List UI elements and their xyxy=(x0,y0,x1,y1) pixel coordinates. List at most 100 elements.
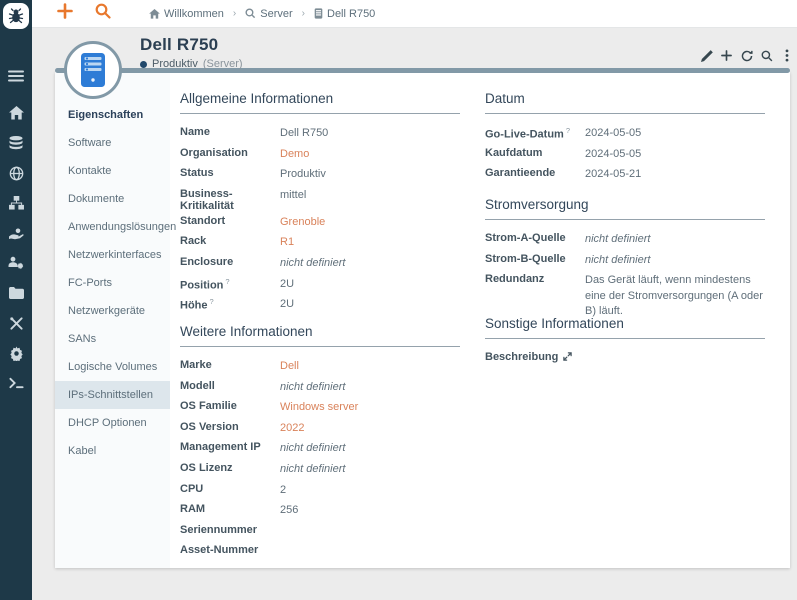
search-icon xyxy=(245,8,256,19)
breadcrumb-label: Dell R750 xyxy=(327,7,376,20)
plus-icon xyxy=(721,50,732,61)
pencil-icon xyxy=(700,49,713,62)
field-garantieende: Garantieende 2024-05-21 xyxy=(485,167,642,181)
breadcrumb-separator: › xyxy=(301,8,305,19)
tab-dokumente[interactable]: Dokumente xyxy=(55,185,170,213)
object-class-label: (Server) xyxy=(202,58,243,70)
field-os-version: OS Version 2022 xyxy=(180,418,460,439)
field-business-kritikalitaet: Business-Kritikalität mittel xyxy=(180,187,307,212)
tab-eigenschaften[interactable]: Eigenschaften xyxy=(55,101,170,129)
field-status: Status Produktiv xyxy=(180,167,326,181)
section-datum: Datum Go-Live-Datum? 2024-05-05 Kaufdatu… xyxy=(485,91,765,185)
field-asset-nummer: Asset-Nummer xyxy=(180,544,259,557)
organisation-link[interactable]: Demo xyxy=(280,147,460,162)
record-avatar xyxy=(64,41,122,99)
tab-logische-volumes[interactable]: Logische Volumes xyxy=(55,353,170,381)
app-sidebar xyxy=(0,0,32,600)
record-detail-card: Eigenschaften Software Kontakte Dokument… xyxy=(55,72,790,568)
kebab-menu-icon xyxy=(785,49,788,62)
field-modell: Modell nicht definiert xyxy=(180,379,346,393)
refresh-button[interactable] xyxy=(740,49,753,62)
field-go-live-datum: Go-Live-Datum? 2024-05-05 xyxy=(485,126,642,141)
field-cpu: CPU 2 xyxy=(180,482,287,496)
more-menu-button[interactable] xyxy=(780,49,793,62)
team-settings-icon[interactable] xyxy=(0,254,32,272)
database-icon[interactable] xyxy=(0,134,32,152)
status-label: Produktiv xyxy=(152,58,198,70)
edit-button[interactable] xyxy=(700,49,713,62)
home-icon xyxy=(149,8,160,19)
section-stromversorgung: Stromversorgung Strom-A-Quelle nicht def… xyxy=(485,197,765,319)
marke-link[interactable]: Dell xyxy=(280,359,460,374)
record-actions-toolbar xyxy=(700,49,793,62)
field-management-ip: Management IP nicht definiert xyxy=(180,441,346,455)
breadcrumb-item-home[interactable]: Willkommen xyxy=(149,8,224,20)
breadcrumb-item-server[interactable]: Server xyxy=(245,7,293,20)
tab-kontakte[interactable]: Kontakte xyxy=(55,157,170,185)
status-dot-icon xyxy=(140,60,147,68)
field-kaufdatum: Kaufdatum 2024-05-05 xyxy=(485,146,642,160)
tab-kabel[interactable]: Kabel xyxy=(55,437,170,465)
global-search-button[interactable] xyxy=(95,3,111,24)
breadcrumb: Willkommen › Server › Dell R750 xyxy=(149,8,375,20)
add-button[interactable] xyxy=(720,49,733,62)
section-title: Stromversorgung xyxy=(485,197,765,220)
tab-anwendungsloesungen[interactable]: Anwendungslösungen xyxy=(55,213,176,241)
field-rack: Rack R1 xyxy=(180,232,460,253)
sitemap-icon[interactable] xyxy=(0,194,32,212)
home-icon[interactable] xyxy=(0,104,32,122)
section-sonstige-informationen: Sonstige Informationen Beschreibung xyxy=(485,316,765,369)
field-organisation: Organisation Demo xyxy=(180,144,460,165)
hand-service-icon[interactable] xyxy=(0,224,32,242)
search-icon xyxy=(761,50,772,61)
field-seriennummer: Seriennummer xyxy=(180,523,258,536)
expand-icon[interactable] xyxy=(563,352,573,361)
field-ram: RAM 256 xyxy=(180,503,299,517)
plus-icon xyxy=(57,3,73,19)
folder-icon[interactable] xyxy=(0,284,32,302)
page-title: Dell R750 xyxy=(140,35,219,54)
section-title: Datum xyxy=(485,91,765,114)
hamburger-menu-icon[interactable] xyxy=(0,67,32,85)
field-strom-a-quelle: Strom-A-Quelle nicht definiert xyxy=(485,232,651,245)
field-beschreibung: Beschreibung xyxy=(485,348,765,369)
tools-icon[interactable] xyxy=(0,314,32,332)
section-weitere-informationen: Weitere Informationen Marke Dell Modell … xyxy=(180,324,460,562)
tab-sans[interactable]: SANs xyxy=(55,325,170,353)
tab-fc-ports[interactable]: FC-Ports xyxy=(55,269,170,297)
os-familie-link[interactable]: Windows server xyxy=(280,400,460,415)
field-position: Position? 2U xyxy=(180,276,295,292)
breadcrumb-item-record[interactable]: Dell R750 xyxy=(314,8,375,20)
breadcrumb-separator: › xyxy=(232,8,237,19)
tab-netzwerkinterfaces[interactable]: Netzwerkinterfaces xyxy=(55,241,170,269)
tab-software[interactable]: Software xyxy=(55,129,170,157)
breadcrumb-label: Server xyxy=(260,7,293,20)
rack-link[interactable]: R1 xyxy=(280,235,460,250)
search-button[interactable] xyxy=(760,49,773,62)
record-status: Produktiv (Server) xyxy=(140,58,243,70)
terminal-icon[interactable] xyxy=(0,374,32,392)
section-title: Allgemeine Informationen xyxy=(180,91,460,114)
refresh-icon xyxy=(741,50,753,61)
section-title: Sonstige Informationen xyxy=(485,316,765,339)
create-new-button[interactable] xyxy=(57,3,73,24)
tooltip-hint: ? xyxy=(225,276,230,286)
tab-ips-schnittstellen[interactable]: IPs-Schnittstellen xyxy=(55,381,170,409)
field-os-familie: OS Familie Windows server xyxy=(180,397,460,418)
globe-icon[interactable] xyxy=(0,164,32,182)
section-title: Weitere Informationen xyxy=(180,324,460,347)
os-version-link[interactable]: 2022 xyxy=(280,421,460,436)
field-enclosure: Enclosure nicht definiert xyxy=(180,255,346,269)
tab-netzwerkgeraete[interactable]: Netzwerkgeräte xyxy=(55,297,170,325)
standort-link[interactable]: Grenoble xyxy=(280,215,460,230)
record-header: Dell R750 Produktiv (Server) xyxy=(140,35,243,70)
search-icon xyxy=(95,3,111,19)
tooltip-hint: ? xyxy=(209,297,214,307)
field-marke: Marke Dell xyxy=(180,356,460,377)
app-logo[interactable] xyxy=(3,3,29,29)
top-bar: Willkommen › Server › Dell R750 xyxy=(32,0,797,28)
tab-dhcp-optionen[interactable]: DHCP Optionen xyxy=(55,409,170,437)
gear-icon[interactable] xyxy=(0,344,32,362)
field-redundanz: Redundanz Das Gerät läuft, wenn mindeste… xyxy=(485,273,763,317)
server-icon xyxy=(81,53,105,87)
